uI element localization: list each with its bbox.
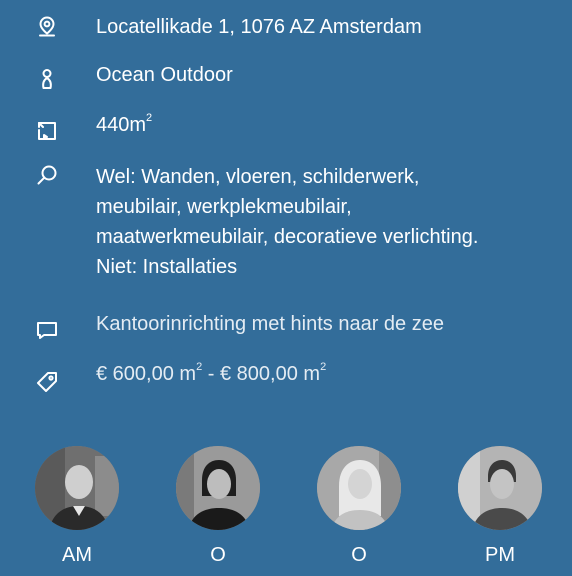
price-to: € 800,00 m xyxy=(219,363,321,385)
avatar[interactable] xyxy=(458,446,542,530)
person-icon xyxy=(30,62,64,96)
avatar[interactable] xyxy=(176,446,260,530)
area-text: 440m2 xyxy=(96,110,566,140)
avatar[interactable] xyxy=(35,446,119,530)
scope-line: Wel: Wanden, vloeren, schilderwerk, xyxy=(96,166,420,188)
team-member[interactable]: PM xyxy=(458,446,542,570)
area-value: 440m xyxy=(96,114,147,136)
price-from: € 600,00 m xyxy=(96,363,197,385)
client-text: Ocean Outdoor xyxy=(96,64,233,86)
member-initials: AM xyxy=(62,544,92,566)
area-unit-sup: 2 xyxy=(146,112,153,125)
member-initials: O xyxy=(210,544,226,566)
team-member[interactable]: O xyxy=(317,446,401,570)
concept-text: Kantoorinrichting met hints naar de zee xyxy=(96,313,444,335)
avatar[interactable] xyxy=(317,446,401,530)
scope-line: meubilair, werkplekmeubilair, xyxy=(96,196,352,218)
floor-area-icon xyxy=(30,114,64,148)
price-tag-icon xyxy=(30,365,64,399)
price-from-sup: 2 xyxy=(196,361,203,374)
search-icon xyxy=(30,158,64,192)
team-member[interactable]: O xyxy=(176,446,260,570)
address-text: Locatellikade 1, 1076 AZ Amsterdam xyxy=(96,16,422,38)
member-initials: PM xyxy=(485,544,515,566)
scope-text: Wel: Wanden, vloeren, schilderwerk, meub… xyxy=(96,162,566,282)
scope-line: maatwerkmeubilair, decoratieve verlichti… xyxy=(96,226,479,248)
team-member[interactable]: AM xyxy=(35,446,119,570)
team-members: AM O O PM xyxy=(0,446,572,576)
price-to-sup: 2 xyxy=(320,361,327,374)
price-text: € 600,00 m2 - € 800,00 m2 xyxy=(96,359,566,389)
price-separator: - xyxy=(202,363,220,385)
member-initials: O xyxy=(351,544,367,566)
location-pin-icon xyxy=(30,10,64,44)
speech-bubble-icon xyxy=(30,313,64,347)
scope-line: Niet: Installaties xyxy=(96,256,238,278)
